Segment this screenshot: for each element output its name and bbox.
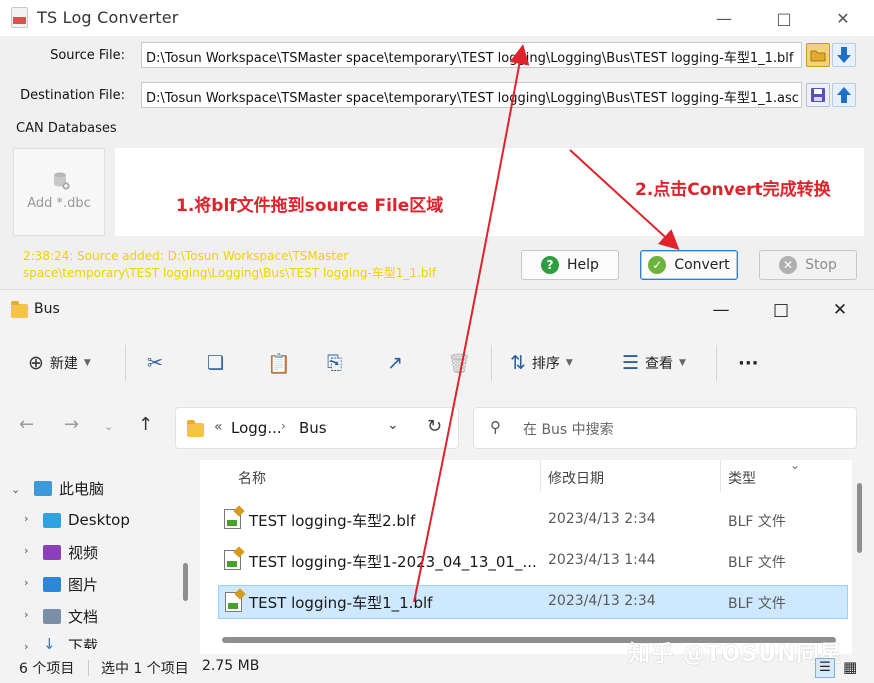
annotation-arrows [413, 44, 680, 603]
click-arrow [569, 149, 680, 251]
drag-arrow [413, 44, 530, 603]
